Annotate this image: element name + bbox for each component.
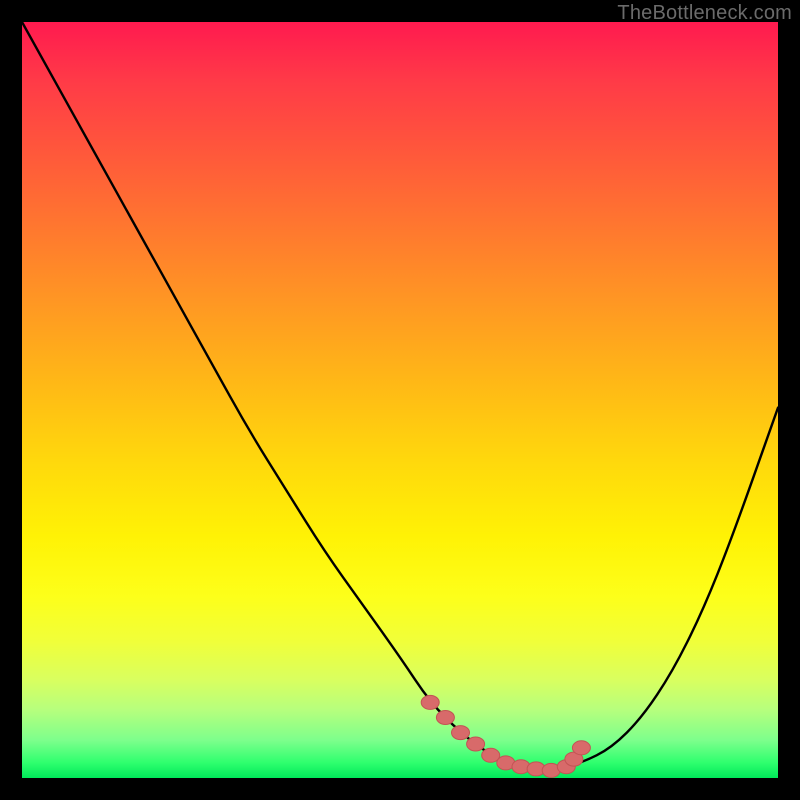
highlight-dot	[572, 741, 590, 755]
chart-svg	[22, 22, 778, 778]
highlight-dot	[421, 695, 439, 709]
highlight-dot	[436, 711, 454, 725]
highlight-dot	[467, 737, 485, 751]
chart-frame: TheBottleneck.com	[0, 0, 800, 800]
highlight-dots	[421, 695, 590, 777]
watermark-text: TheBottleneck.com	[617, 2, 792, 25]
highlight-dot	[452, 726, 470, 740]
plot-area	[22, 22, 778, 778]
bottleneck-curve-path	[22, 22, 778, 769]
